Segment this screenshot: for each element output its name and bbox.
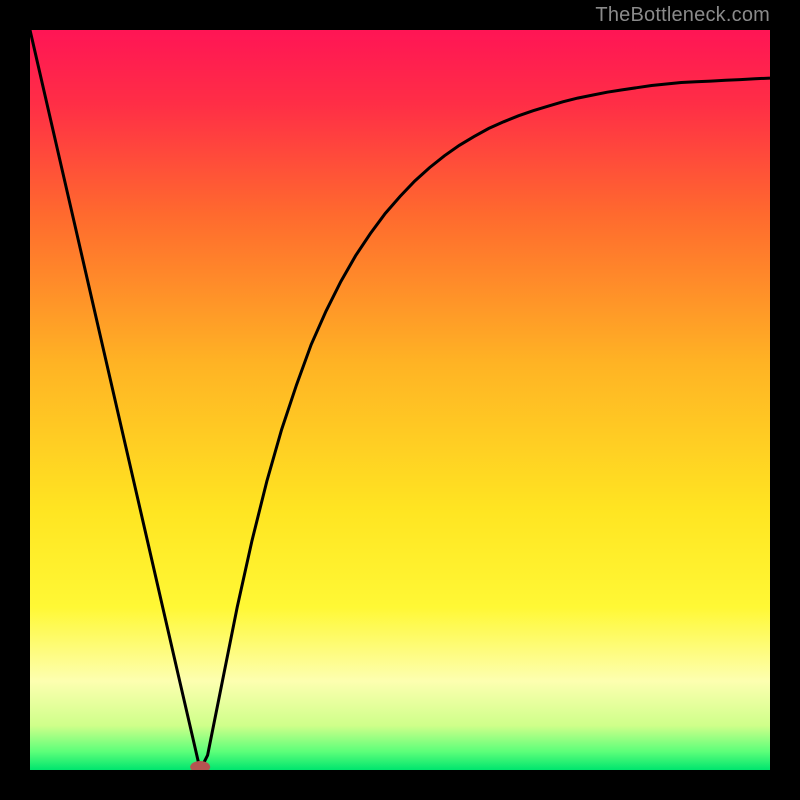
plot-area (30, 30, 770, 770)
chart-svg (30, 30, 770, 770)
watermark-text: TheBottleneck.com (595, 4, 770, 27)
chart-frame: TheBottleneck.com (0, 0, 800, 800)
gradient-background (30, 30, 770, 770)
